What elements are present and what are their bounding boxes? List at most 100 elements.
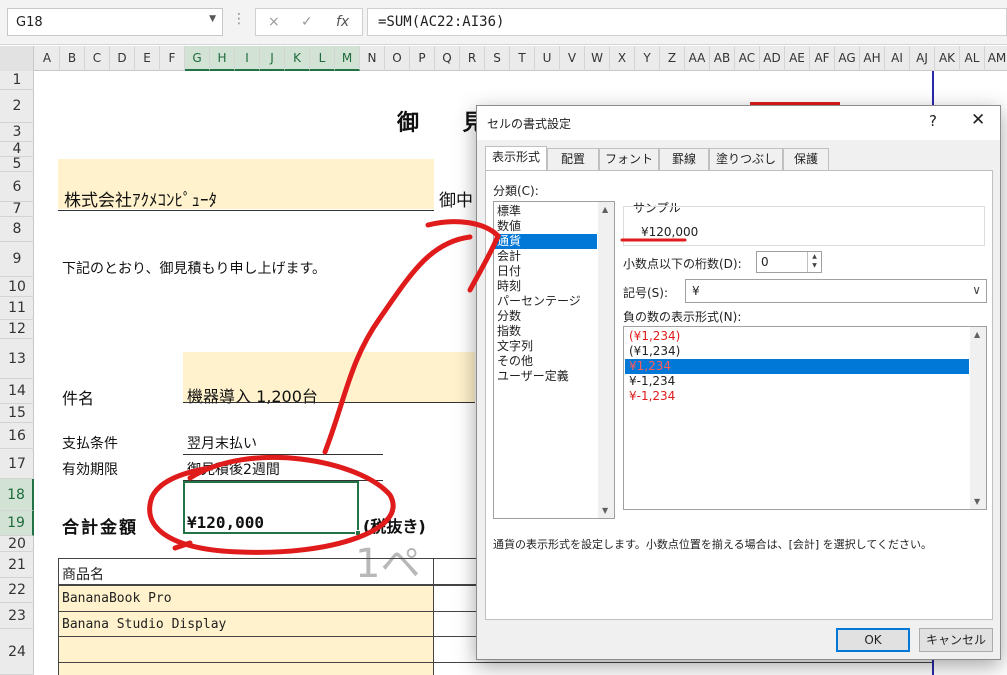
column-header-g[interactable]: G (185, 46, 210, 71)
column-header-y[interactable]: Y (635, 46, 660, 71)
column-header-ag[interactable]: AG (835, 46, 860, 71)
column-header-k[interactable]: K (285, 46, 310, 71)
column-header-p[interactable]: P (410, 46, 435, 71)
row-header-8[interactable]: 8 (0, 217, 34, 242)
row-header-19[interactable]: 19 (0, 511, 34, 536)
row-header-13[interactable]: 13 (0, 339, 34, 379)
column-header-o[interactable]: O (385, 46, 410, 71)
row-header-9[interactable]: 9 (0, 242, 34, 277)
close-icon[interactable]: ✕ (971, 110, 985, 130)
tab-fill[interactable]: 塗りつぶし (709, 148, 783, 170)
column-header-ac[interactable]: AC (735, 46, 760, 71)
decimal-places-stepper[interactable]: 0 ▲ ▼ (756, 251, 822, 273)
negative-format-item[interactable]: ¥-1,234 (625, 374, 969, 389)
row-header-2[interactable]: 2 (0, 90, 34, 123)
category-item[interactable]: ユーザー定義 (495, 369, 597, 384)
column-header-e[interactable]: E (135, 46, 160, 71)
row-header-18[interactable]: 18 (0, 479, 34, 511)
row-header-15[interactable]: 15 (0, 404, 34, 423)
row-header-21[interactable]: 21 (0, 552, 34, 578)
category-item[interactable]: 指数 (495, 324, 597, 339)
column-header-ab[interactable]: AB (710, 46, 735, 71)
more-options-icon[interactable]: ⋮ (232, 11, 246, 27)
category-item[interactable]: 会計 (495, 249, 597, 264)
column-header-m[interactable]: M (335, 46, 360, 71)
row-header-11[interactable]: 11 (0, 297, 34, 320)
column-header-h[interactable]: H (210, 46, 235, 71)
row-header-7[interactable]: 7 (0, 202, 34, 217)
column-header-t[interactable]: T (510, 46, 535, 71)
row-header-16[interactable]: 16 (0, 423, 34, 449)
tab-alignment[interactable]: 配置 (547, 148, 599, 170)
scroll-down-icon[interactable]: ▼ (602, 506, 608, 515)
help-icon[interactable]: ? (929, 112, 937, 130)
column-header-aa[interactable]: AA (685, 46, 710, 71)
column-header-ah[interactable]: AH (860, 46, 885, 71)
column-header-l[interactable]: L (310, 46, 335, 71)
row-header-3[interactable]: 3 (0, 123, 34, 142)
tab-protection[interactable]: 保護 (783, 148, 829, 170)
negative-format-item[interactable]: (¥1,234) (625, 329, 969, 344)
negative-format-list[interactable]: ▲ ▼ (¥1,234) (¥1,234) ¥1,234 ¥-1,234 ¥-1,234 (623, 326, 987, 510)
chevron-down-icon[interactable]: ∨ (972, 283, 981, 297)
column-header-w[interactable]: W (585, 46, 610, 71)
category-item[interactable]: 数値 (495, 219, 597, 234)
row-header-1[interactable]: 1 (0, 71, 34, 90)
column-header-s[interactable]: S (485, 46, 510, 71)
column-header-v[interactable]: V (560, 46, 585, 71)
row-header-10[interactable]: 10 (0, 277, 34, 297)
column-header-r[interactable]: R (460, 46, 485, 71)
column-header-d[interactable]: D (110, 46, 135, 71)
category-item[interactable]: 分数 (495, 309, 597, 324)
cancel-icon[interactable]: × (268, 14, 280, 30)
category-list[interactable]: ▲ ▼ 標準 数値 通貨 会計 日付 時刻 パーセンテージ 分数 指数 文字列 その他 ユーザー定義 (493, 201, 615, 519)
scroll-up-icon[interactable]: ▲ (974, 330, 980, 339)
row-header-12[interactable]: 12 (0, 320, 34, 339)
function-icon[interactable]: fx (336, 14, 349, 30)
column-header-q[interactable]: Q (435, 46, 460, 71)
column-header-i[interactable]: I (235, 46, 260, 71)
category-item[interactable]: 標準 (495, 204, 597, 219)
column-header-x[interactable]: X (610, 46, 635, 71)
category-item[interactable]: その他 (495, 354, 597, 369)
column-header-am[interactable]: AM (985, 46, 1007, 71)
category-scrollbar[interactable]: ▲ ▼ (598, 202, 614, 518)
scroll-down-icon[interactable]: ▼ (974, 497, 980, 506)
row-header-20[interactable]: 20 (0, 536, 34, 552)
name-box[interactable]: G18 ▼ (7, 8, 223, 36)
row-header-23[interactable]: 23 (0, 603, 34, 629)
column-header-al[interactable]: AL (960, 46, 985, 71)
category-item[interactable]: 日付 (495, 264, 597, 279)
category-item[interactable]: 通貨 (495, 234, 597, 249)
row-header-24[interactable]: 24 (0, 629, 34, 675)
column-header-f[interactable]: F (160, 46, 185, 71)
column-header-z[interactable]: Z (660, 46, 685, 71)
column-header-ad[interactable]: AD (760, 46, 785, 71)
dialog-titlebar[interactable]: セルの書式設定 ? ✕ (477, 106, 1000, 140)
cancel-button[interactable]: キャンセル (919, 628, 993, 652)
category-item[interactable]: パーセンテージ (495, 294, 597, 309)
row-header-17[interactable]: 17 (0, 449, 34, 479)
column-header-j[interactable]: J (260, 46, 285, 71)
negative-format-item[interactable]: ¥-1,234 (625, 389, 969, 404)
negative-format-scrollbar[interactable]: ▲ ▼ (970, 327, 986, 509)
column-header-af[interactable]: AF (810, 46, 835, 71)
check-icon[interactable]: ✓ (301, 14, 313, 30)
column-header-ak[interactable]: AK (935, 46, 960, 71)
ok-button[interactable]: OK (836, 628, 910, 652)
negative-format-item[interactable]: ¥1,234 (625, 359, 969, 374)
category-item[interactable]: 時刻 (495, 279, 597, 294)
category-item[interactable]: 文字列 (495, 339, 597, 354)
select-all-corner[interactable] (0, 46, 34, 71)
symbol-select[interactable]: ¥ ∨ (685, 279, 987, 303)
tab-border[interactable]: 罫線 (659, 148, 709, 170)
column-header-c[interactable]: C (85, 46, 110, 71)
chevron-down-icon[interactable]: ▼ (209, 14, 216, 24)
scroll-up-icon[interactable]: ▲ (602, 205, 608, 214)
row-header-14[interactable]: 14 (0, 379, 34, 404)
column-header-n[interactable]: N (360, 46, 385, 71)
formula-input[interactable]: =SUM(AC22:AI36) (367, 8, 1007, 36)
column-header-u[interactable]: U (535, 46, 560, 71)
tab-font[interactable]: フォント (599, 148, 659, 170)
negative-format-item[interactable]: (¥1,234) (625, 344, 969, 359)
